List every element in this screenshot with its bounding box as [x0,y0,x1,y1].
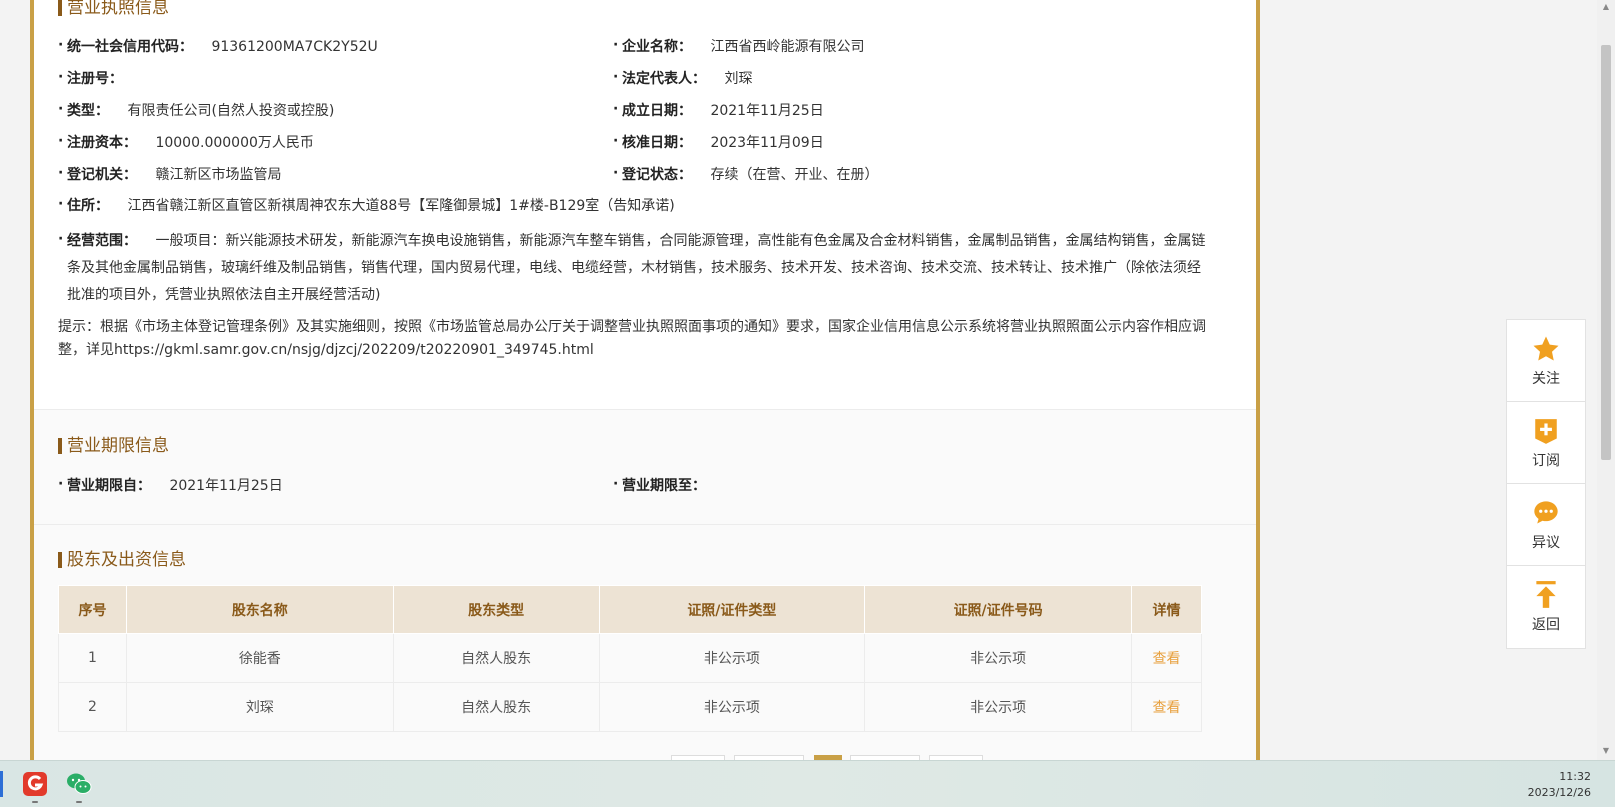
back-label: 返回 [1532,617,1560,633]
cell-name: 徐能香 [125,633,394,683]
shareholders-section: 股东及出资信息 序号 股东名称 股东类型 证照/证件类型 证照/证件号码 详情 … [34,525,1256,760]
follow-button[interactable]: 关注 [1507,320,1585,402]
field-authority: · 登记机关： 赣江新区市场监管局 [58,165,282,183]
cell-index: 1 [58,633,127,683]
view-detail-link[interactable]: 查看 [1131,633,1202,683]
back-to-top-button[interactable]: 返回 [1507,566,1585,648]
table-header-row: 序号 股东名称 股东类型 证照/证件类型 证照/证件号码 详情 [58,585,1202,634]
taskbar-running-dot [32,801,38,803]
clock-date: 2023/12/26 [1527,786,1591,799]
plus-icon [1531,416,1561,446]
field-capital: · 注册资本： 10000.000000万人民币 [58,133,314,151]
view-detail-link[interactable]: 查看 [1131,682,1202,732]
field-period-to: · 营业期限至： [613,476,706,494]
section-title-period: 营业期限信息 [58,436,169,456]
subscribe-button[interactable]: 订阅 [1507,402,1585,484]
cell-type: 自然人股东 [392,682,600,732]
col-header-name: 股东名称 [125,585,394,634]
license-section: 营业执照信息 · 统一社会信用代码： 91361200MA7CK2Y52U · 企业… [34,0,1256,410]
cell-type: 自然人股东 [392,633,600,683]
col-header-type: 股东类型 [392,585,600,634]
col-header-id-type: 证照/证件类型 [598,585,866,634]
field-period-from: · 营业期限自： 2021年11月25日 [58,476,283,494]
cell-id-type: 非公示项 [598,633,866,683]
section-title-shareholders: 股东及出资信息 [58,550,186,570]
taskbar: 11:32 2023/12/26 [0,760,1615,807]
cell-id-type: 非公示项 [598,682,866,732]
dispute-button[interactable]: 异议 [1507,484,1585,566]
field-credit-code: · 统一社会信用代码： 91361200MA7CK2Y52U [58,37,378,55]
field-founded: · 成立日期： 2021年11月25日 [613,101,824,119]
app-g-icon[interactable] [22,771,48,797]
field-scope: · 经营范围： 一般项目：新兴能源技术研发，新能源汽车换电设施销售，新能源汽车整车… [58,231,1206,303]
field-type: · 类型： 有限责任公司(自然人投资或控股) [58,101,335,119]
float-toolbar: 关注 订阅 异议 返回 [1506,319,1586,649]
col-header-index: 序号 [58,585,127,634]
vertical-scrollbar[interactable]: ▲ ▼ [1597,0,1615,760]
chat-bubble-icon [1531,498,1561,528]
taskbar-running-dot [76,801,82,803]
taskbar-clock[interactable]: 11:32 2023/12/26 [1528,769,1591,801]
taskbar-active-indicator [0,771,3,797]
cell-id-number: 非公示项 [864,682,1132,732]
cell-index: 2 [58,682,127,732]
period-section: 营业期限信息 · 营业期限自： 2021年11月25日 · 营业期限至： [34,410,1256,525]
col-header-detail: 详情 [1131,585,1202,634]
table-row: 1 徐能香 自然人股东 非公示项 非公示项 查看 [58,633,1202,683]
cell-id-number: 非公示项 [864,633,1132,683]
dispute-label: 异议 [1532,534,1560,551]
star-icon [1531,334,1561,364]
field-approved: · 核准日期： 2023年11月09日 [613,133,824,151]
field-company-name: · 企业名称： 江西省西岭能源有限公司 [613,37,865,55]
scroll-down-arrow-icon[interactable]: ▼ [1601,746,1611,756]
main-panel: 营业执照信息 · 统一社会信用代码： 91361200MA7CK2Y52U · 企业… [30,0,1260,760]
follow-label: 关注 [1532,370,1560,387]
field-reg-no: · 注册号： [58,69,123,87]
scroll-up-arrow-icon[interactable]: ▲ [1601,2,1611,12]
subscribe-label: 订阅 [1532,452,1560,469]
license-note: 提示：根据《市场主体登记管理条例》及其实施细则，按照《市场监管总局办公厅关于调整… [58,319,1206,358]
cell-name: 刘琛 [125,682,394,732]
field-address: · 住所： 江西省赣江新区直管区新祺周神农东大道88号【军隆御景城】1#楼-B12… [58,196,675,214]
wechat-icon[interactable] [66,771,92,797]
shareholders-table: 序号 股东名称 股东类型 证照/证件类型 证照/证件号码 详情 1 徐能香 自然… [58,585,1202,732]
section-title-license: 营业执照信息 [58,0,169,18]
field-legal-rep: · 法定代表人： 刘琛 [613,69,753,87]
field-status: · 登记状态： 存续（在营、开业、在册） [613,165,879,183]
table-row: 2 刘琛 自然人股东 非公示项 非公示项 查看 [58,682,1202,732]
clock-time: 11:32 [1559,770,1591,783]
col-header-id-number: 证照/证件号码 [864,585,1132,634]
scrollbar-thumb[interactable] [1601,45,1611,460]
arrow-up-icon [1531,580,1561,610]
